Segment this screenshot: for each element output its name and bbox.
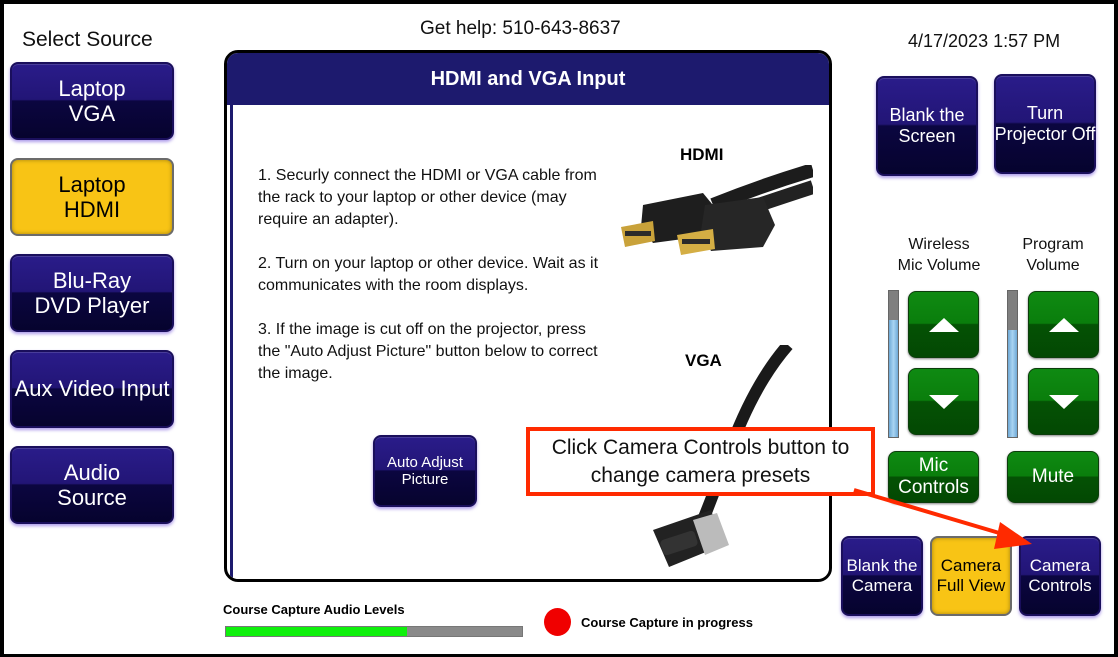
source-audio-button[interactable]: Audio Source — [10, 446, 174, 524]
hdmi-cable-image — [621, 165, 813, 255]
source-laptop-hdmi-button[interactable]: Laptop HDMI — [10, 158, 174, 236]
program-volume-meter — [1007, 290, 1018, 438]
button-label: Source — [57, 485, 127, 510]
camera-controls-button[interactable]: Camera Controls — [1019, 536, 1101, 616]
button-label: Laptop — [58, 75, 126, 101]
button-label: Blank the — [846, 556, 918, 576]
blank-screen-button[interactable]: Blank the Screen — [876, 76, 978, 176]
datetime-display: 4/17/2023 1:57 PM — [908, 31, 1061, 51]
button-label: Audio — [63, 459, 121, 485]
camera-full-view-button[interactable]: Camera Full View — [930, 536, 1012, 616]
button-label: Camera — [940, 556, 1002, 576]
source-bluray-dvd-button[interactable]: Blu-Ray DVD Player — [10, 254, 174, 332]
button-label: DVD Player — [34, 293, 150, 318]
mute-button[interactable]: Mute — [1007, 451, 1099, 503]
instructions-list: 1. Securly connect the HDMI or VGA cable… — [258, 165, 603, 407]
help-phone-text: Get help: 510-643-8637 — [420, 18, 621, 39]
arrow-down-icon — [1048, 394, 1079, 409]
button-label: Controls — [1028, 576, 1092, 595]
recording-indicator-icon — [544, 608, 571, 636]
instruction-step: 1. Securly connect the HDMI or VGA cable… — [258, 167, 597, 228]
audio-levels-label: Course Capture Audio Levels — [223, 602, 405, 617]
source-laptop-vga-button[interactable]: Laptop VGA — [10, 62, 174, 140]
button-label: Auto Adjust — [387, 453, 463, 471]
callout-text: Click Camera Controls button to — [551, 435, 850, 459]
meter-fill — [226, 627, 407, 636]
button-label: Blank the — [889, 105, 965, 126]
program-volume-label: Program Volume — [1022, 236, 1084, 274]
turn-projector-off-button[interactable]: Turn Projector Off — [994, 74, 1096, 174]
mic-volume-down-button[interactable] — [908, 368, 979, 435]
panel-title: HDMI and VGA Input — [227, 53, 829, 105]
button-label: Full View — [936, 576, 1006, 595]
button-label: Mic — [918, 455, 949, 477]
button-label: Camera — [851, 576, 913, 595]
button-label: Laptop — [58, 171, 126, 197]
source-aux-video-button[interactable]: Aux Video Input — [10, 350, 174, 428]
mic-controls-button[interactable]: Mic Controls — [888, 451, 979, 503]
button-label: Turn — [1026, 103, 1064, 124]
instruction-panel: HDMI and VGA Input 1. Securly connect th… — [224, 50, 832, 582]
button-label: Projector Off — [994, 124, 1096, 144]
meter-fill — [1008, 330, 1017, 437]
callout-text: change camera presets — [590, 463, 811, 487]
meter-fill — [889, 320, 898, 437]
course-capture-status: Course Capture in progress — [581, 615, 753, 630]
button-label: Controls — [898, 477, 969, 498]
hdmi-label: HDMI — [680, 145, 724, 164]
button-label: Aux Video Input — [14, 376, 170, 402]
button-label: Screen — [898, 126, 956, 146]
select-source-heading: Select Source — [22, 28, 153, 51]
instruction-step: 2. Turn on your laptop or other device. … — [258, 255, 599, 294]
arrow-up-icon — [928, 317, 959, 332]
course-capture-audio-meter — [225, 626, 523, 637]
button-label: VGA — [68, 101, 116, 126]
panel-body: 1. Securly connect the HDMI or VGA cable… — [230, 105, 829, 579]
button-label: HDMI — [63, 197, 121, 222]
button-label: Mute — [1031, 466, 1075, 488]
auto-adjust-picture-button[interactable]: Auto Adjust Picture — [373, 435, 477, 507]
button-label: Picture — [401, 471, 449, 488]
button-label: Blu-Ray — [52, 267, 132, 293]
annotation-callout: Click Camera Controls button to change c… — [526, 427, 875, 496]
wireless-mic-volume-meter — [888, 290, 899, 438]
mic-volume-up-button[interactable] — [908, 291, 979, 358]
wireless-mic-volume-label: Wireless Mic Volume — [897, 236, 981, 274]
instruction-step: 3. If the image is cut off on the projec… — [258, 321, 598, 382]
button-label: Camera — [1029, 556, 1091, 576]
control-panel-window: Select Source Laptop VGA Laptop HDMI Blu-R… — [4, 4, 1114, 654]
blank-camera-button[interactable]: Blank the Camera — [841, 536, 923, 616]
program-volume-up-button[interactable] — [1028, 291, 1099, 358]
arrow-down-icon — [928, 394, 959, 409]
program-volume-down-button[interactable] — [1028, 368, 1099, 435]
arrow-up-icon — [1048, 317, 1079, 332]
